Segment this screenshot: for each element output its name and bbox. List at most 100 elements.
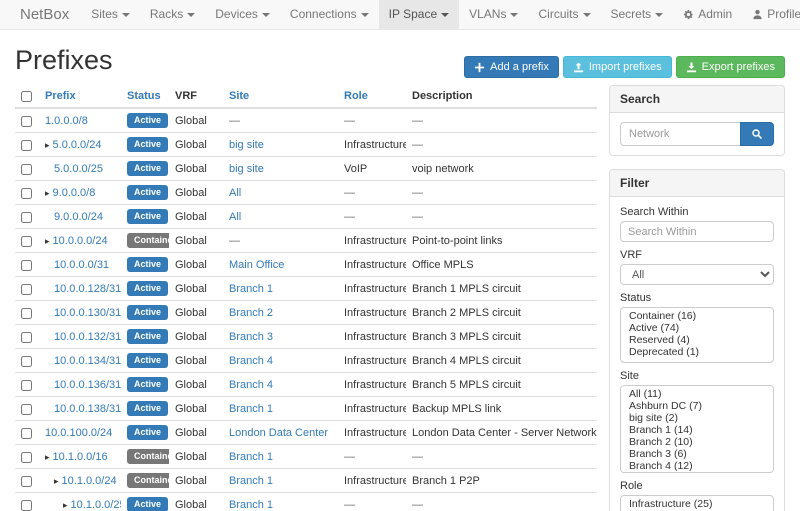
expand-arrow-icon[interactable]: ▸ xyxy=(45,188,50,198)
site-listbox[interactable]: All (11)Ashburn DC (7)big site (2)Branch… xyxy=(620,385,774,473)
site-link[interactable]: Branch 1 xyxy=(229,403,273,415)
role-value: Infrastructure xyxy=(344,379,406,391)
column-header-prefix[interactable]: Prefix xyxy=(39,85,121,108)
select-all-checkbox[interactable] xyxy=(21,91,32,102)
prefix-link[interactable]: 10.0.0.136/31 xyxy=(54,379,121,391)
expand-arrow-icon[interactable]: ▸ xyxy=(45,452,50,462)
description-cell: Branch 4 MPLS circuit xyxy=(406,349,597,373)
nav-item-ip-space[interactable]: IP Space xyxy=(379,0,459,29)
prefix-link[interactable]: 10.1.0.0/25 xyxy=(71,499,121,511)
expand-arrow-icon[interactable]: ▸ xyxy=(45,236,50,246)
site-link[interactable]: London Data Center xyxy=(229,427,328,439)
listbox-option[interactable]: Infrastructure (25) xyxy=(621,498,773,510)
column-header-site[interactable]: Site xyxy=(223,85,338,108)
site-link[interactable]: Branch 2 xyxy=(229,307,273,319)
listbox-option[interactable]: Branch 4 (12) xyxy=(621,460,773,472)
site-link[interactable]: Branch 4 xyxy=(229,379,273,391)
site-cell: London Data Center xyxy=(223,421,338,445)
row-checkbox[interactable] xyxy=(21,140,32,151)
row-checkbox[interactable] xyxy=(21,212,32,223)
site-link[interactable]: All xyxy=(229,187,241,199)
listbox-option[interactable]: Ashburn DC (7) xyxy=(621,400,773,412)
listbox-option[interactable]: Active (74) xyxy=(621,322,773,334)
site-link[interactable]: Branch 3 xyxy=(229,331,273,343)
add-a-prefix-button[interactable]: Add a prefix xyxy=(464,56,559,78)
prefix-link[interactable]: 10.1.0.0/16 xyxy=(53,451,108,463)
listbox-option[interactable]: big site (2) xyxy=(621,412,773,424)
prefix-link[interactable]: 9.0.0.0/8 xyxy=(53,187,96,199)
site-link[interactable]: Branch 1 xyxy=(229,451,273,463)
prefix-link[interactable]: 10.0.0.132/31 xyxy=(54,331,121,343)
nav-profile[interactable]: Profile xyxy=(742,0,800,29)
row-checkbox[interactable] xyxy=(21,380,32,391)
site-link[interactable]: big site xyxy=(229,163,264,175)
search-within-input[interactable] xyxy=(620,221,774,242)
vrf-select[interactable]: All xyxy=(620,264,774,285)
nav-item-secrets[interactable]: Secrets xyxy=(601,0,674,29)
listbox-option[interactable]: All (11) xyxy=(621,388,773,400)
site-link[interactable]: big site xyxy=(229,139,264,151)
row-checkbox[interactable] xyxy=(21,308,32,319)
prefix-link[interactable]: 10.0.0.130/31 xyxy=(54,307,121,319)
search-button[interactable] xyxy=(740,122,774,146)
prefix-link[interactable]: 10.0.100.0/24 xyxy=(45,427,112,439)
listbox-option[interactable]: Reserved (4) xyxy=(621,334,773,346)
site-link[interactable]: Branch 1 xyxy=(229,499,273,511)
nav-item-devices[interactable]: Devices xyxy=(205,0,280,29)
table-row: 10.0.0.130/31ActiveGlobalBranch 2Infrast… xyxy=(15,301,597,325)
nav-item-sites[interactable]: Sites xyxy=(81,0,140,29)
row-checkbox[interactable] xyxy=(21,404,32,415)
nav-item-connections[interactable]: Connections xyxy=(280,0,379,29)
row-checkbox[interactable] xyxy=(21,236,32,247)
row-checkbox[interactable] xyxy=(21,284,32,295)
site-link[interactable]: Branch 1 xyxy=(229,283,273,295)
prefix-link[interactable]: 10.0.0.0/24 xyxy=(53,235,108,247)
table-row: 1.0.0.0/8ActiveGlobal——— xyxy=(15,108,597,133)
nav-item-vlans[interactable]: VLANs xyxy=(459,0,528,29)
prefix-link[interactable]: 10.0.0.138/31 xyxy=(54,403,121,415)
row-checkbox[interactable] xyxy=(21,332,32,343)
row-checkbox[interactable] xyxy=(21,116,32,127)
listbox-option[interactable]: Branch 2 (10) xyxy=(621,436,773,448)
role-listbox[interactable]: Infrastructure (25)Management (8)Private… xyxy=(620,495,774,511)
import-prefixes-button[interactable]: Import prefixes xyxy=(563,56,672,78)
row-checkbox[interactable] xyxy=(21,500,32,511)
export-prefixes-button[interactable]: Export prefixes xyxy=(676,56,785,78)
brand[interactable]: NetBox xyxy=(8,0,81,29)
prefix-link[interactable]: 5.0.0.0/24 xyxy=(53,139,102,151)
nav-item-racks[interactable]: Racks xyxy=(140,0,205,29)
row-checkbox[interactable] xyxy=(21,164,32,175)
site-link[interactable]: Branch 1 xyxy=(229,475,273,487)
column-header-role[interactable]: Role xyxy=(338,85,406,108)
nav-admin[interactable]: Admin xyxy=(673,0,742,29)
listbox-option[interactable]: Deprecated (1) xyxy=(621,346,773,358)
row-checkbox[interactable] xyxy=(21,476,32,487)
row-checkbox[interactable] xyxy=(21,188,32,199)
status-listbox[interactable]: Container (16)Active (74)Reserved (4)Dep… xyxy=(620,307,774,363)
expand-arrow-icon[interactable]: ▸ xyxy=(45,140,50,150)
listbox-option[interactable]: Branch 1 (14) xyxy=(621,424,773,436)
expand-arrow-icon[interactable]: ▸ xyxy=(54,476,59,486)
prefix-link[interactable]: 9.0.0.0/24 xyxy=(54,211,103,223)
row-checkbox[interactable] xyxy=(21,452,32,463)
column-header-status[interactable]: Status xyxy=(121,85,169,108)
site-link[interactable]: All xyxy=(229,211,241,223)
prefix-link[interactable]: 10.0.0.0/31 xyxy=(54,259,109,271)
row-checkbox[interactable] xyxy=(21,260,32,271)
row-checkbox[interactable] xyxy=(21,356,32,367)
prefix-link[interactable]: 10.0.0.134/31 xyxy=(54,355,121,367)
row-checkbox[interactable] xyxy=(21,428,32,439)
listbox-option[interactable]: Branch 3 (6) xyxy=(621,448,773,460)
prefix-link[interactable]: 10.0.0.128/31 xyxy=(54,283,121,295)
prefix-link[interactable]: 5.0.0.0/25 xyxy=(54,163,103,175)
site-link[interactable]: Main Office xyxy=(229,259,284,271)
prefix-link[interactable]: 10.1.0.0/24 xyxy=(62,475,117,487)
listbox-option[interactable]: Branch 5 (7) xyxy=(621,472,773,473)
expand-arrow-icon[interactable]: ▸ xyxy=(63,500,68,510)
search-input[interactable] xyxy=(620,122,740,146)
vrf-value: Global xyxy=(175,235,207,247)
prefix-link[interactable]: 1.0.0.0/8 xyxy=(45,115,88,127)
nav-item-circuits[interactable]: Circuits xyxy=(528,0,600,29)
site-link[interactable]: Branch 4 xyxy=(229,355,273,367)
listbox-option[interactable]: Container (16) xyxy=(621,310,773,322)
